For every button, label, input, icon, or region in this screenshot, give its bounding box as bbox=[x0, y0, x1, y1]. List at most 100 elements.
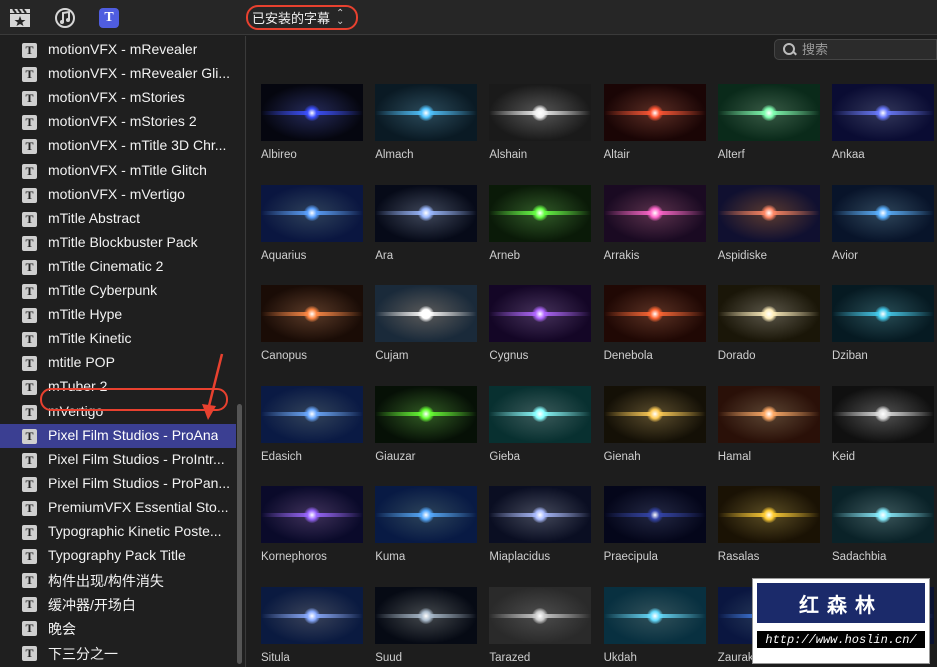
title-tile-name: Dziban bbox=[832, 350, 868, 363]
sidebar-item[interactable]: T 缓冲器/开场白 bbox=[0, 592, 236, 616]
title-tile[interactable]: Edasich bbox=[261, 385, 363, 463]
titles-icon[interactable]: T bbox=[98, 7, 120, 28]
sidebar-item[interactable]: TmTitle Cyberpunk bbox=[0, 279, 236, 303]
sidebar-item[interactable]: TmTitle Abstract bbox=[0, 207, 236, 231]
sidebar-item[interactable]: TmotionVFX - mStories bbox=[0, 86, 236, 110]
title-tile[interactable]: Alshain bbox=[489, 84, 592, 161]
sidebar-item-label: Typography Pack Title bbox=[48, 547, 186, 564]
title-thumbnail bbox=[717, 385, 820, 443]
title-icon: T bbox=[22, 597, 37, 613]
clapper-star-icon[interactable] bbox=[9, 7, 31, 28]
sidebar-item[interactable]: T Typography Pack Title bbox=[0, 544, 236, 568]
sidebar-item[interactable]: T PremiumVFX Essential Sto... bbox=[0, 496, 236, 520]
sidebar-item[interactable]: T Pixel Film Studios - ProPan... bbox=[0, 472, 236, 496]
title-thumbnail bbox=[261, 184, 363, 242]
title-tile-name: Kornephoros bbox=[261, 551, 327, 564]
sidebar-item[interactable]: TmTitle Blockbuster Pack bbox=[0, 231, 236, 255]
sidebar-item-label: mTitle Hype bbox=[48, 306, 123, 323]
title-tile[interactable]: Praecipula bbox=[603, 486, 706, 563]
sidebar-item[interactable]: T 晚会 bbox=[0, 616, 236, 640]
title-tile[interactable]: Kornephoros bbox=[261, 486, 363, 563]
title-tile[interactable]: Hamal bbox=[717, 385, 820, 463]
title-tile-name: Situla bbox=[261, 652, 290, 664]
title-tile[interactable]: Sadachbia bbox=[832, 486, 934, 563]
title-tile[interactable]: Arrakis bbox=[603, 184, 706, 262]
title-tile[interactable]: Dziban bbox=[832, 285, 934, 362]
title-icon: T bbox=[22, 43, 37, 58]
title-thumbnail bbox=[489, 385, 592, 443]
sidebar-item[interactable]: TmotionVFX - mTitle 3D Chr... bbox=[0, 134, 236, 158]
sidebar-item-label: mTitle Kinetic bbox=[48, 330, 132, 347]
title-tile-name: Gieba bbox=[489, 450, 521, 463]
title-tile[interactable]: Ankaa bbox=[832, 84, 934, 161]
title-tile[interactable]: Tarazed bbox=[489, 587, 592, 664]
title-tile[interactable]: Ukdah bbox=[603, 587, 706, 664]
title-tile[interactable]: Aspidiske bbox=[717, 184, 820, 262]
title-tile-name: Ankaa bbox=[832, 149, 865, 161]
title-tile[interactable]: Keid bbox=[832, 385, 934, 463]
sidebar-item[interactable]: T 构件出现/构件消失 bbox=[0, 568, 236, 592]
title-thumbnail bbox=[717, 84, 820, 141]
sidebar-item[interactable]: TmTitle Cinematic 2 bbox=[0, 255, 236, 279]
title-tile[interactable]: Albireo bbox=[261, 84, 363, 161]
sidebar-item[interactable]: TmTitle Hype bbox=[0, 303, 236, 327]
title-tile[interactable]: Aquarius bbox=[261, 184, 363, 262]
title-thumbnail bbox=[717, 184, 820, 242]
title-icon: T bbox=[22, 428, 37, 444]
title-tile[interactable]: Cujam bbox=[375, 285, 478, 362]
title-tile[interactable]: Situla bbox=[261, 587, 363, 664]
title-tile[interactable]: Denebola bbox=[603, 285, 706, 362]
sidebar-item[interactable]: TmotionVFX - mRevealer bbox=[0, 38, 236, 62]
sidebar-item[interactable]: TmotionVFX - mStories 2 bbox=[0, 110, 236, 134]
sidebar-item-label: motionVFX - mVertigo bbox=[48, 185, 185, 202]
title-tile[interactable]: Arneb bbox=[489, 184, 592, 262]
title-tile[interactable]: Cygnus bbox=[489, 285, 592, 362]
title-tile-name: Aquarius bbox=[261, 249, 307, 262]
sidebar-item[interactable]: TmotionVFX - mRevealer Gli... bbox=[0, 62, 236, 86]
title-icon: T bbox=[22, 500, 37, 516]
sidebar-item[interactable]: TmTitle Kinetic bbox=[0, 327, 236, 351]
search-field[interactable] bbox=[774, 39, 937, 60]
sidebar-item-label: PremiumVFX Essential Sto... bbox=[48, 498, 229, 515]
title-tile[interactable]: Altair bbox=[603, 84, 706, 161]
title-tile[interactable]: Canopus bbox=[261, 285, 363, 362]
sidebar-item[interactable]: T Pixel Film Studios - ProIntr... bbox=[0, 448, 236, 472]
title-tile-name: Edasich bbox=[261, 450, 302, 463]
sidebar-item[interactable]: T Typographic Kinetic Poste... bbox=[0, 520, 236, 544]
sidebar-item-label: motionVFX - mTitle Glitch bbox=[48, 161, 207, 178]
title-thumbnail bbox=[375, 486, 478, 544]
title-thumbnail bbox=[375, 385, 478, 443]
sidebar-item-label: mTitle Blockbuster Pack bbox=[48, 233, 198, 250]
title-tile[interactable]: Ara bbox=[375, 184, 478, 262]
title-icon: T bbox=[22, 115, 37, 131]
title-thumbnail bbox=[717, 285, 820, 343]
title-tile[interactable]: Avior bbox=[832, 184, 934, 262]
sidebar-scrollbar[interactable] bbox=[237, 404, 242, 664]
music-note-icon[interactable] bbox=[54, 7, 76, 28]
sidebar-item-label: 下三分之一 bbox=[48, 645, 118, 662]
sidebar-item-label: Typographic Kinetic Poste... bbox=[48, 523, 222, 539]
title-thumbnail bbox=[717, 486, 820, 544]
category-selector[interactable]: 已安装的字幕 ⌃ ⌄ bbox=[246, 5, 358, 30]
title-icon: T bbox=[22, 621, 37, 637]
title-tile[interactable]: Dorado bbox=[717, 285, 820, 362]
title-tile[interactable]: Gienah bbox=[603, 385, 706, 463]
title-tile[interactable]: Rasalas bbox=[717, 486, 820, 563]
title-tile[interactable]: Suud bbox=[375, 587, 478, 664]
sidebar-item-label: motionVFX - mStories bbox=[48, 89, 185, 106]
title-tile[interactable]: Giauzar bbox=[375, 385, 478, 463]
title-tile[interactable]: Miaplacidus bbox=[489, 486, 592, 563]
title-tile[interactable]: Almach bbox=[375, 84, 478, 161]
title-tile[interactable]: Alterf bbox=[717, 84, 820, 161]
sidebar-item[interactable]: T 下三分之一 bbox=[0, 641, 236, 665]
sidebar-item[interactable]: TmotionVFX - mVertigo bbox=[0, 183, 236, 207]
sidebar-item[interactable]: TmotionVFX - mTitle Glitch bbox=[0, 159, 236, 183]
title-tile-name: Avior bbox=[832, 249, 858, 262]
title-tile[interactable]: Gieba bbox=[489, 385, 592, 463]
title-tile-name: Alshain bbox=[489, 149, 528, 161]
search-input[interactable] bbox=[802, 42, 922, 57]
title-icon: T bbox=[22, 235, 37, 251]
sidebar-item[interactable]: T Pixel Film Studios - ProAna bbox=[0, 423, 236, 448]
title-icon: T bbox=[22, 67, 37, 83]
title-tile[interactable]: Kuma bbox=[375, 486, 478, 563]
